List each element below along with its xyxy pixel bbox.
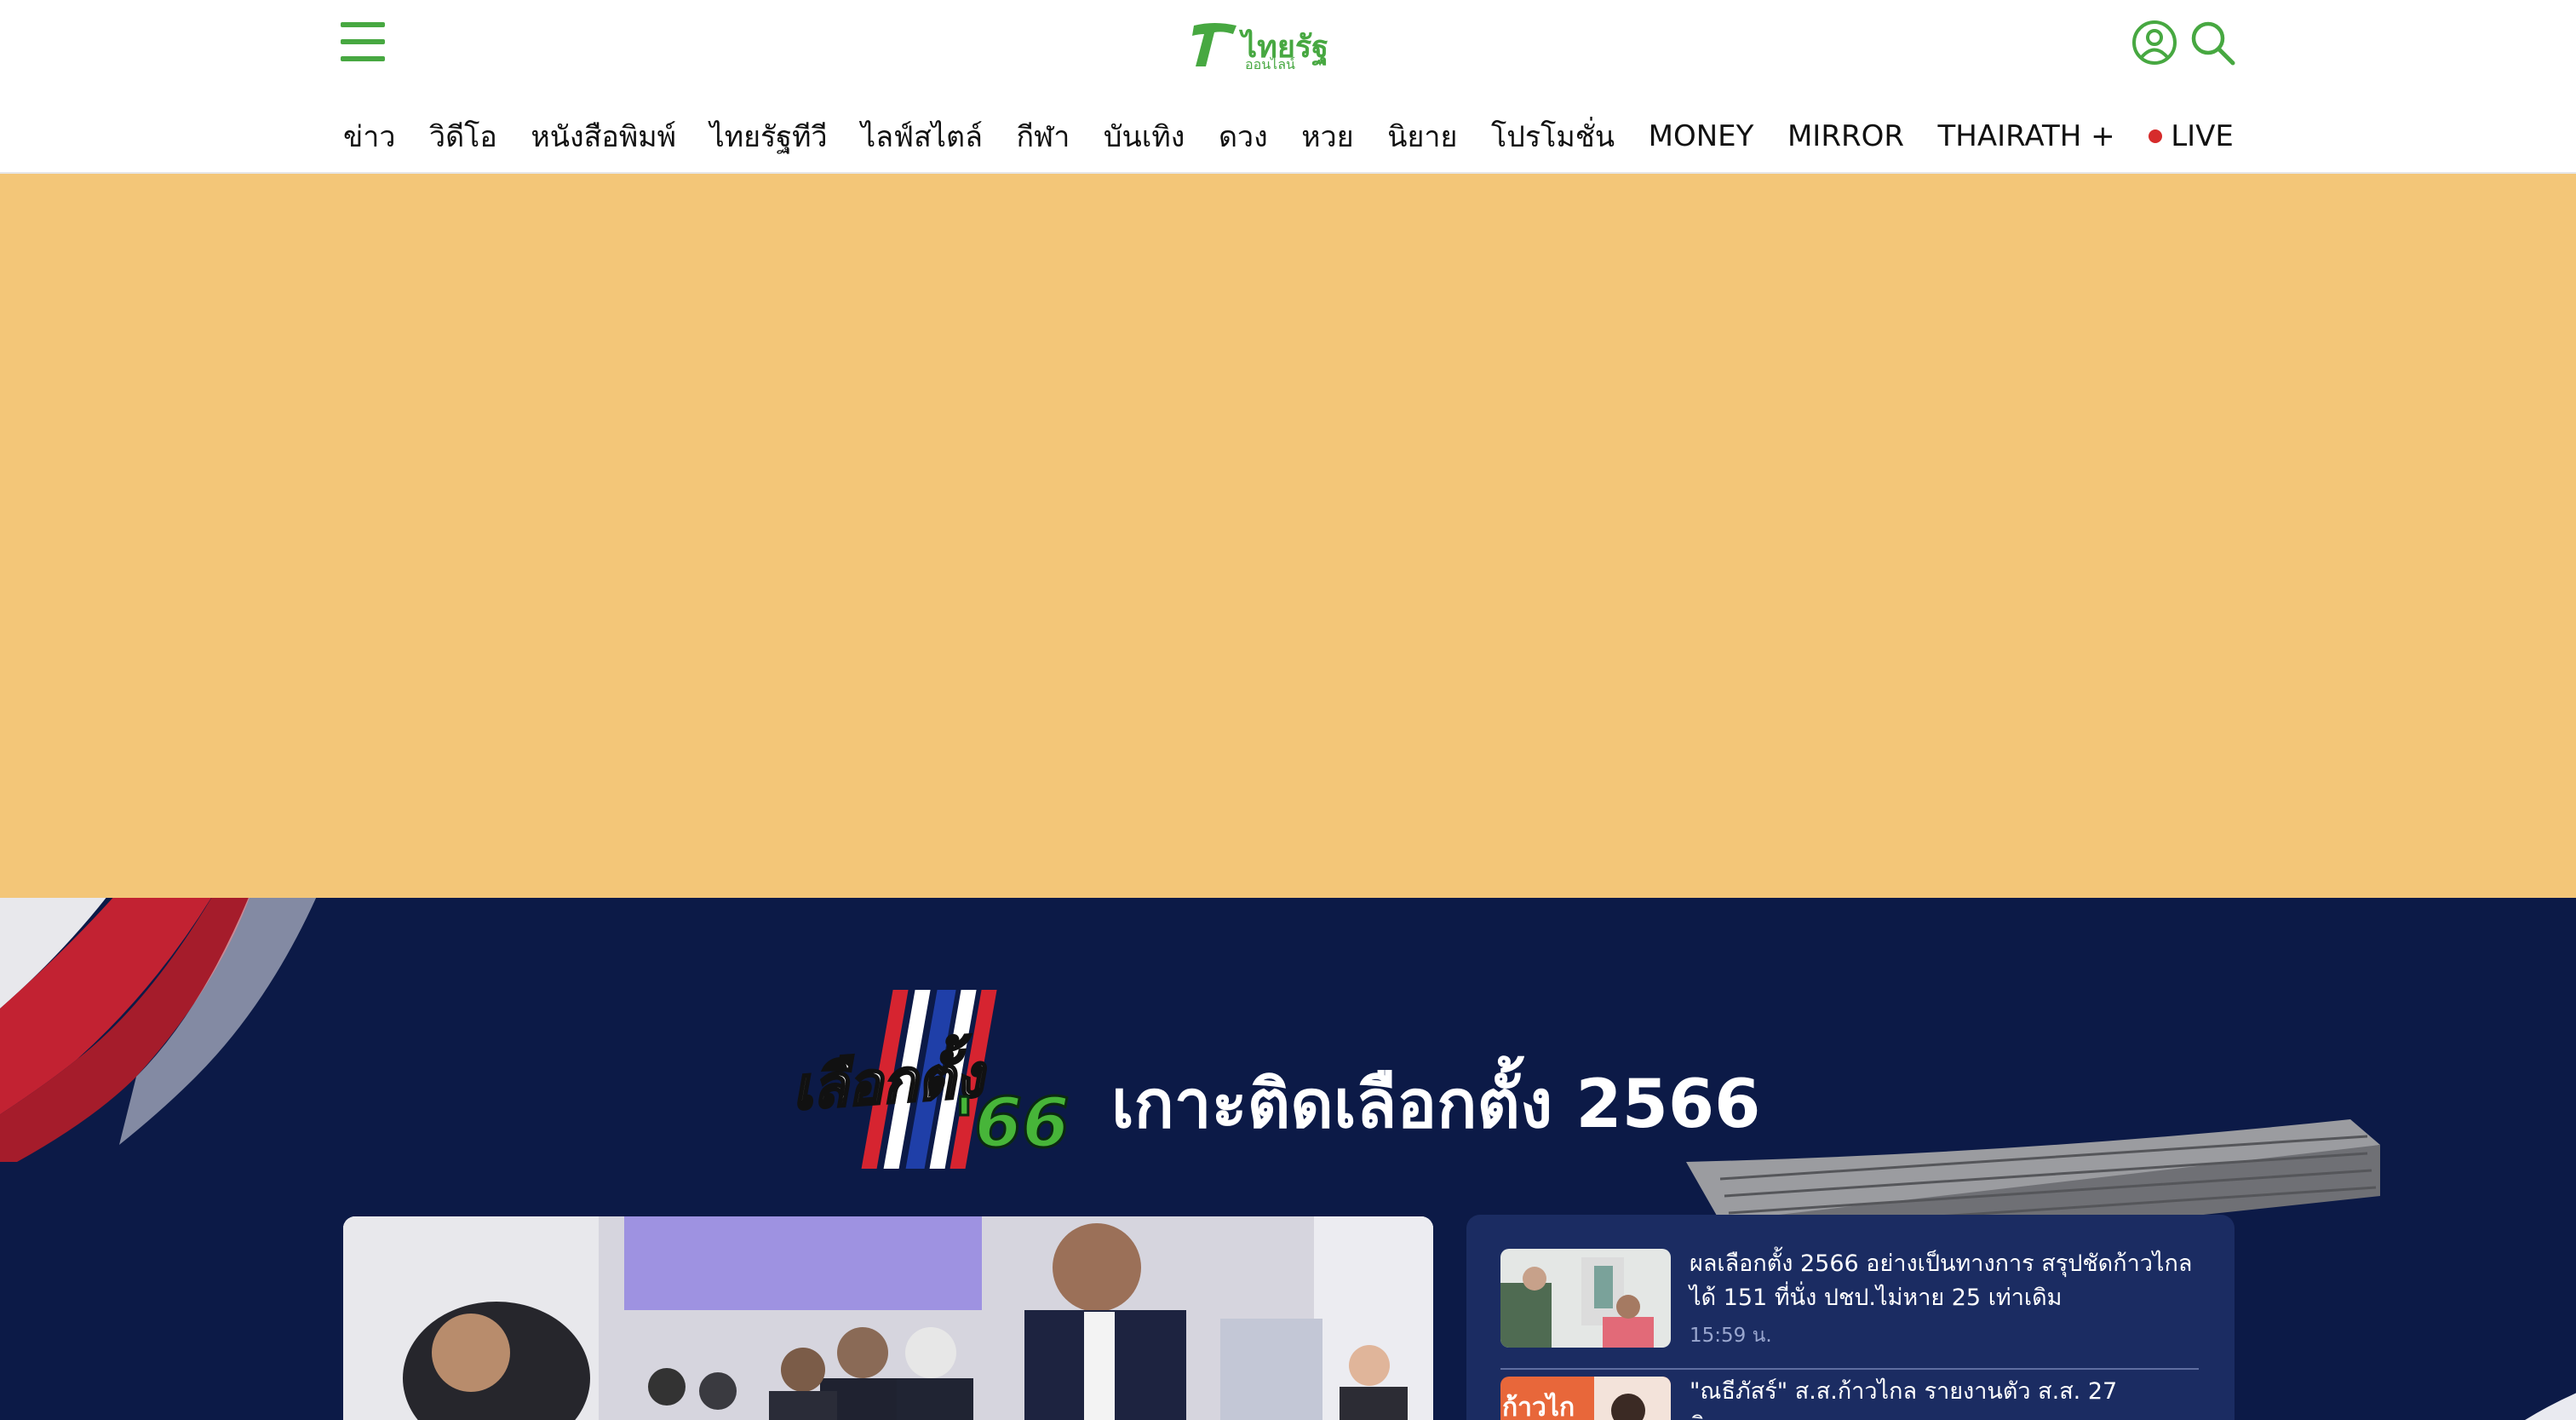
nav-item-newspaper[interactable]: หนังสือพิมพ์ xyxy=(531,113,676,159)
news-list-panel: ผลเลือกตั้ง 2566 อย่างเป็นทางการ สรุปชัด… xyxy=(1466,1215,2235,1420)
nav-item-live[interactable]: LIVE xyxy=(2149,119,2234,153)
list-item[interactable]: ก้าวไก "ณธีภัสร์" ส.ส.ก้าวไกล รายงานตัว … xyxy=(1500,1377,2199,1420)
nav-item-entertainment[interactable]: บันเทิง xyxy=(1104,113,1185,159)
menu-icon[interactable] xyxy=(341,22,385,63)
section-title: เกาะติดเลือกตั้ง 2566 xyxy=(1111,1066,1761,1143)
nav-item-novel[interactable]: นิยาย xyxy=(1387,113,1457,159)
nav-item-thairath-plus[interactable]: THAIRATH + xyxy=(1938,119,2115,153)
search-icon[interactable] xyxy=(2189,19,2236,66)
news-thumbnail[interactable] xyxy=(1500,1249,1671,1348)
election-logo-year: '66 xyxy=(953,1083,1071,1164)
logo-mark-icon xyxy=(1192,23,1236,66)
news-thumbnail[interactable]: ก้าวไก xyxy=(1500,1377,1671,1420)
news-title[interactable]: ผลเลือกตั้ง 2566 อย่างเป็นทางการ สรุปชัด… xyxy=(1690,1247,2209,1315)
nav-item-mirror[interactable]: MIRROR xyxy=(1787,119,1904,153)
nav-item-money[interactable]: MONEY xyxy=(1649,119,1754,153)
news-time: 15:59 น. xyxy=(1690,1325,1772,1347)
nav-item-news[interactable]: ข่าว xyxy=(343,113,395,159)
thai-flag-decoration xyxy=(0,898,317,1162)
nav-item-promotion[interactable]: โปรโมชั่น xyxy=(1491,113,1615,159)
flag-corner-decoration xyxy=(2525,1393,2576,1420)
election-66-logo: เลือกตั้ง '66 xyxy=(789,983,1070,1179)
logo-subtext: ออนไลน์ xyxy=(1245,56,1295,72)
svg-text:ก้าวไก: ก้าวไก xyxy=(1502,1392,1575,1420)
nav-item-sports[interactable]: กีฬา xyxy=(1016,113,1070,159)
main-nav: ข่าว วิดีโอ หนังสือพิมพ์ ไทยรัฐทีวี ไลฟ์… xyxy=(343,112,2234,160)
list-item[interactable]: ผลเลือกตั้ง 2566 อย่างเป็นทางการ สรุปชัด… xyxy=(1500,1249,2199,1370)
site-logo[interactable]: ไทยรัฐ ออนไลน์ xyxy=(1189,19,1328,72)
nav-item-horoscope[interactable]: ดวง xyxy=(1219,113,1268,159)
news-title[interactable]: "ณธีภัสร์" ส.ส.ก้าวไกล รายงานตัว ส.ส. 27… xyxy=(1690,1375,2209,1420)
featured-news-image[interactable] xyxy=(343,1216,1433,1420)
advertisement-banner[interactable] xyxy=(0,174,2576,898)
live-dot-icon xyxy=(2149,129,2163,143)
nav-item-video[interactable]: วิดีโอ xyxy=(429,113,497,159)
site-header: ไทยรัฐ ออนไลน์ ข่าว วิดีโอ หนังสือพิมพ์ … xyxy=(0,0,2576,174)
nav-item-thairath-tv[interactable]: ไทยรัฐทีวี xyxy=(710,113,828,159)
election-section: เลือกตั้ง '66 เกาะติดเลือกตั้ง 2566 ผลเล… xyxy=(0,898,2576,1420)
live-label: LIVE xyxy=(2171,119,2234,153)
nav-item-lifestyle[interactable]: ไลฟ์สไตล์ xyxy=(861,113,983,159)
user-icon[interactable] xyxy=(2131,19,2178,66)
nav-item-lottery[interactable]: หวย xyxy=(1301,113,1353,159)
